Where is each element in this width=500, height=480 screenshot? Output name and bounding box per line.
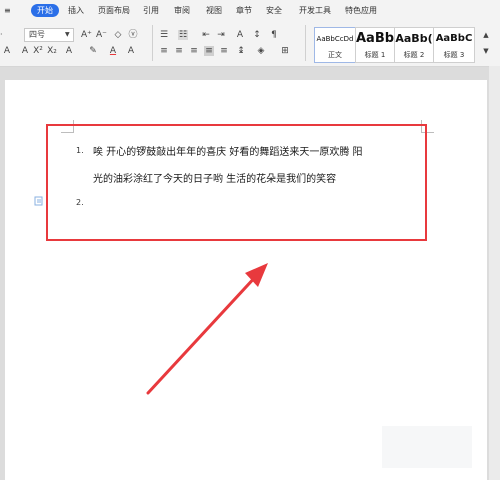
annotation-arrow: [146, 263, 268, 395]
vertical-scrollbar[interactable]: [489, 66, 500, 480]
watermark-area: [382, 426, 472, 468]
